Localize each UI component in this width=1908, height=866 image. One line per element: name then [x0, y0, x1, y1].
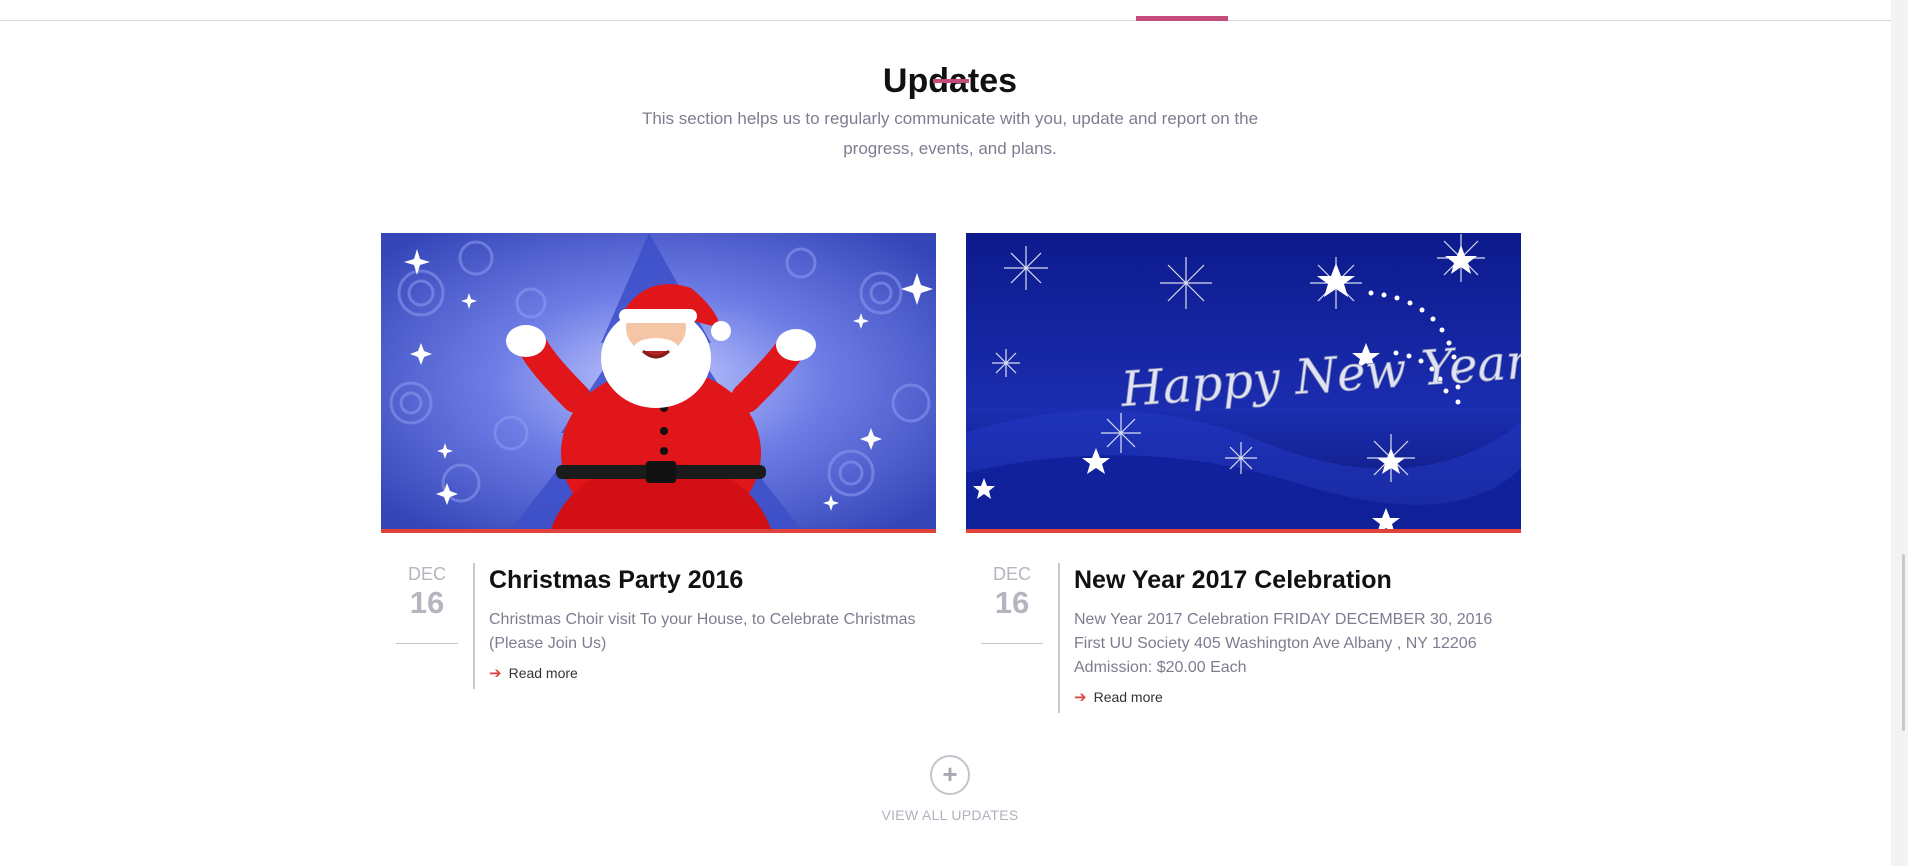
post-title[interactable]: New Year 2017 Celebration [1074, 563, 1519, 597]
post-excerpt: Christmas Choir visit To your House, to … [489, 611, 916, 652]
post-meta: DEC 16 New Year 2017 Celebration New Yea… [966, 563, 1521, 763]
vertical-divider [473, 563, 475, 689]
active-nav-indicator [1136, 16, 1228, 21]
read-more-label: Read more [1093, 689, 1163, 705]
post-excerpt: New Year 2017 Celebration FRIDAY DECEMBE… [1074, 611, 1493, 676]
view-all-updates[interactable]: + VIEW ALL UPDATES [0, 755, 1900, 823]
post-body: New Year 2017 Celebration New Year 2017 … [1074, 563, 1519, 705]
read-more-link[interactable]: ➔ Read more [1074, 689, 1519, 705]
post-date-month: DEC [407, 564, 446, 584]
read-more-link[interactable]: ➔ Read more [489, 665, 934, 681]
image-accent-bar [966, 529, 1521, 533]
top-divider [0, 20, 1908, 21]
date-divider [981, 643, 1043, 644]
post-body: Christmas Party 2016 Christmas Choir vis… [489, 563, 934, 681]
date-divider [396, 643, 458, 644]
vertical-divider [1058, 563, 1060, 713]
post-date: DEC 16 [396, 563, 458, 621]
update-card-new-year: Happy New Year DEC 16 New Year 2017 Cele… [966, 233, 1521, 763]
post-date-day: 16 [994, 585, 1030, 620]
arrow-right-icon: ➔ [1074, 688, 1087, 706]
post-date: DEC 16 [981, 563, 1043, 621]
page-scrollbar[interactable] [1891, 0, 1908, 866]
post-meta: DEC 16 Christmas Party 2016 Christmas Ch… [381, 563, 936, 763]
view-all-label[interactable]: VIEW ALL UPDATES [0, 807, 1900, 823]
post-date-month: DEC [992, 564, 1031, 584]
santa-claus-christmas-image[interactable] [381, 233, 936, 529]
post-date-day: 16 [409, 585, 445, 620]
image-accent-bar [381, 529, 936, 533]
title-underline [933, 79, 969, 83]
section-intro: This section helps us to regularly commu… [641, 109, 1259, 158]
post-title[interactable]: Christmas Party 2016 [489, 563, 934, 597]
update-card-christmas: DEC 16 Christmas Party 2016 Christmas Ch… [381, 233, 936, 763]
arrow-right-icon: ➔ [489, 664, 502, 682]
plus-circle-icon[interactable]: + [930, 755, 970, 795]
happy-new-year-image[interactable]: Happy New Year [966, 233, 1521, 529]
updates-page: Updates This section helps us to regular… [0, 0, 1908, 866]
read-more-label: Read more [508, 665, 578, 681]
scrollbar-thumb[interactable] [1902, 554, 1905, 731]
